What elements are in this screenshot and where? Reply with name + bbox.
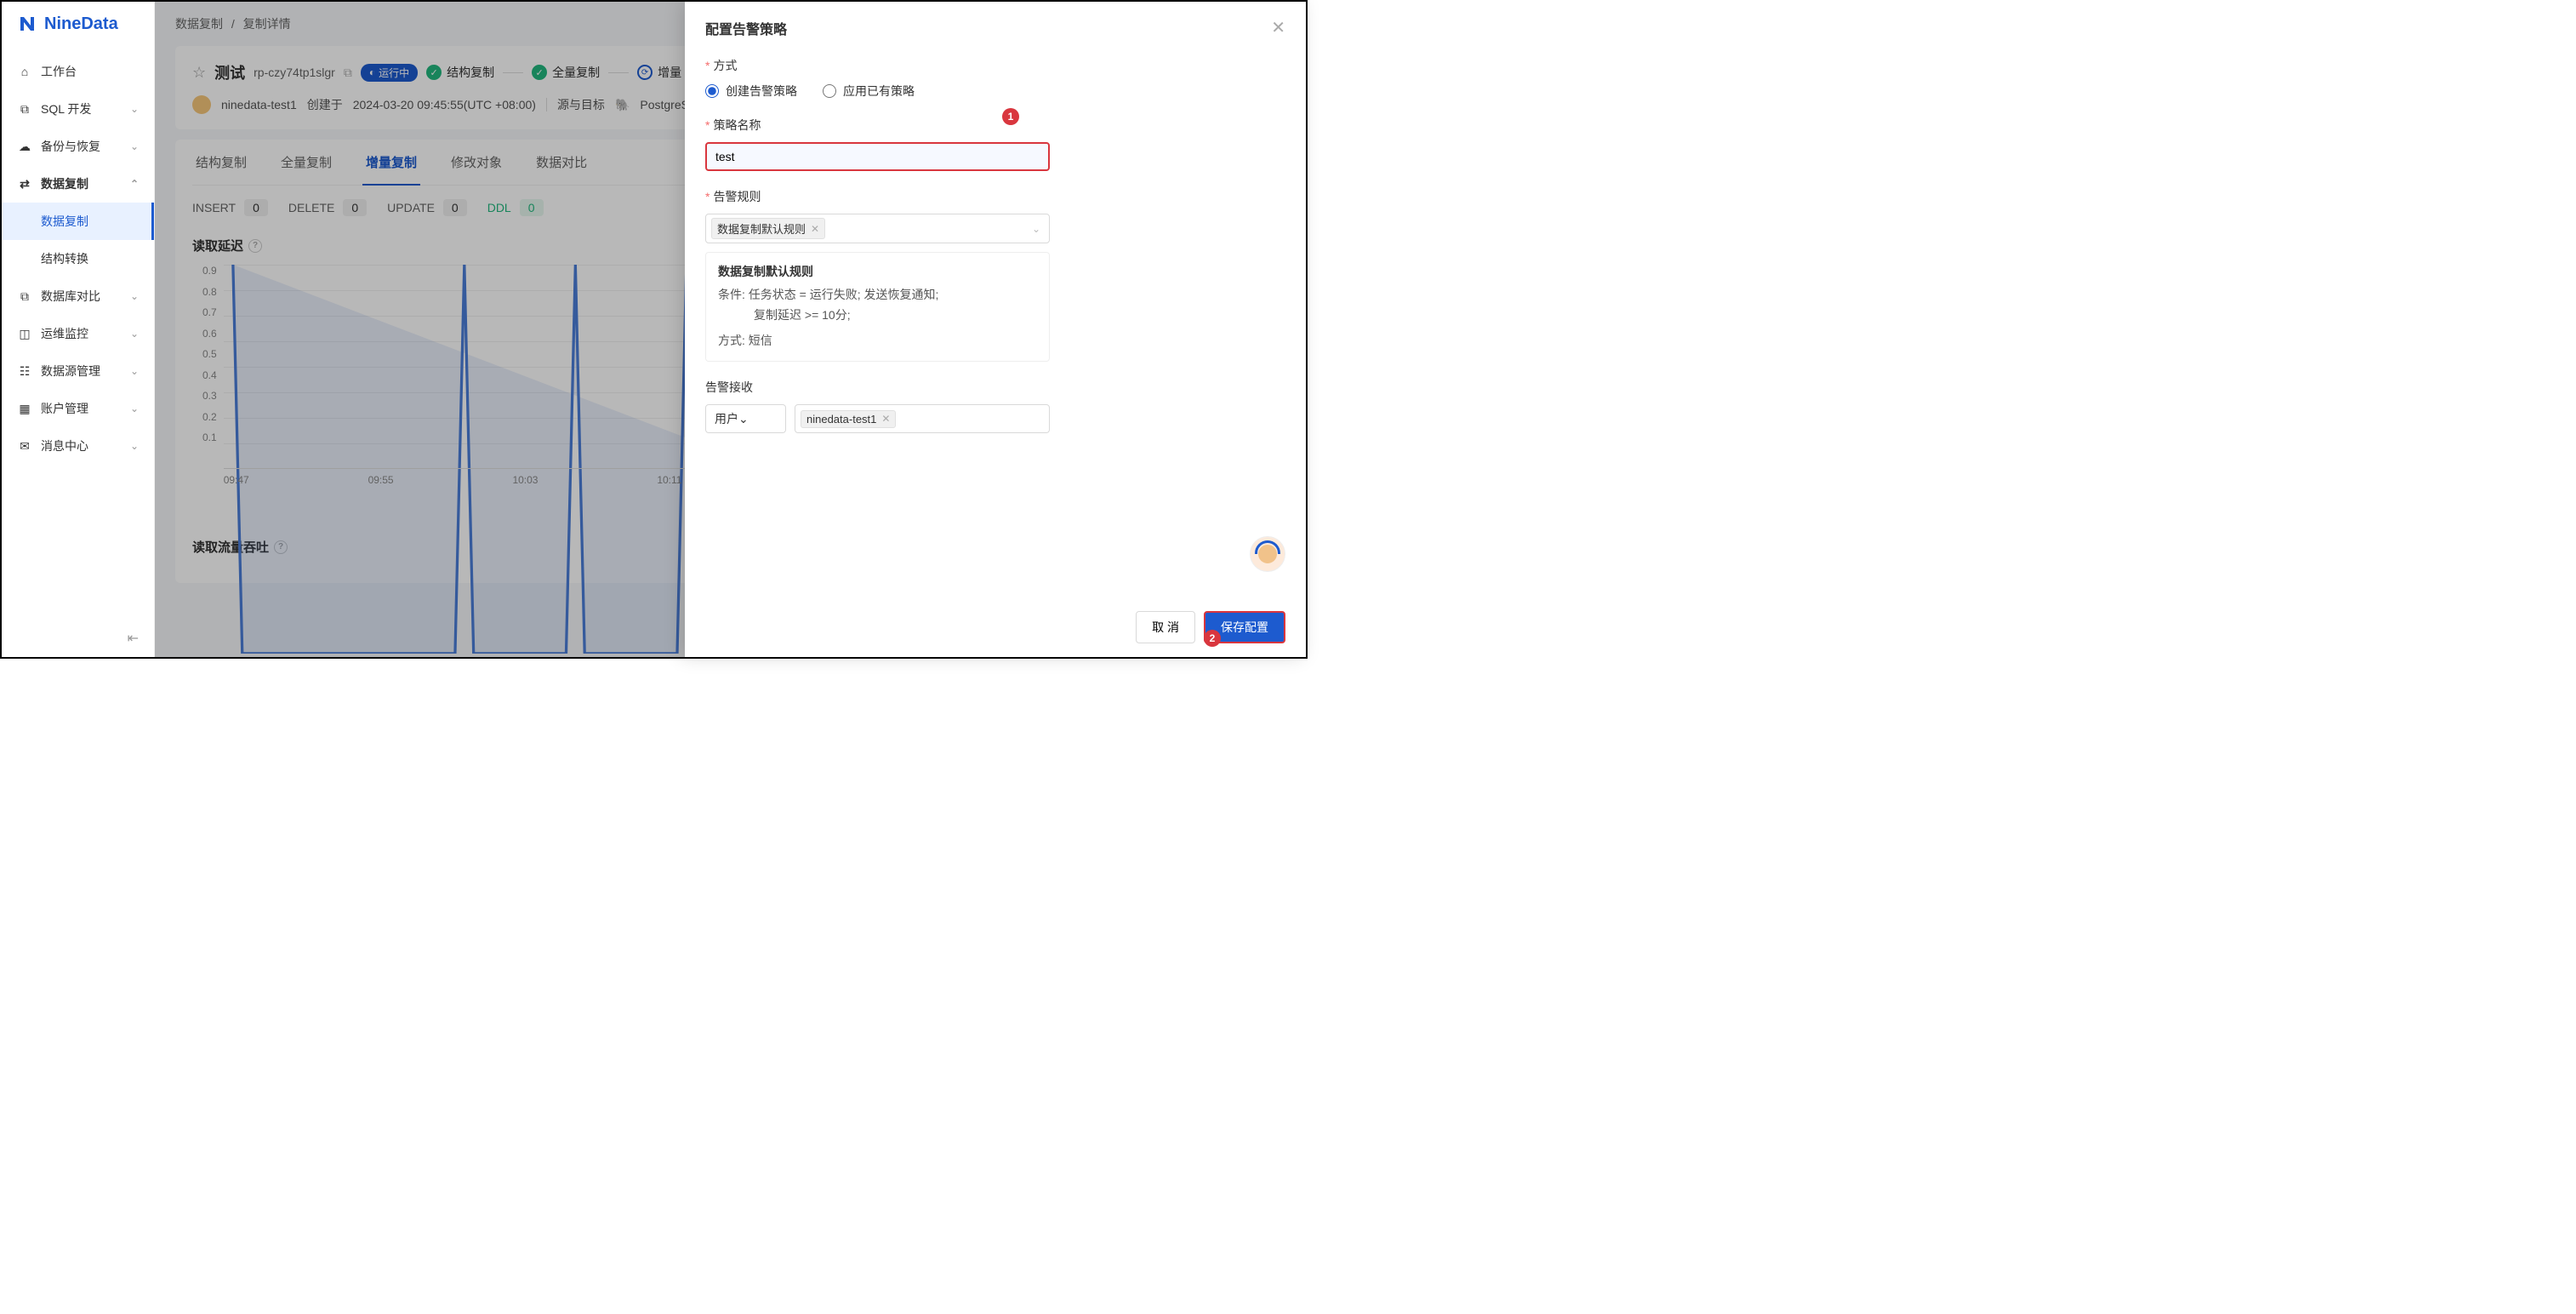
- form-alert-rule: *告警规则 数据复制默认规则✕ ⌄ 数据复制默认规则 条件: 任务状态 = 运行…: [705, 188, 1285, 362]
- recipient-type-select[interactable]: 用户 ⌄: [705, 404, 786, 433]
- nav-sql-dev[interactable]: ⧉ SQL 开发 ⌄: [2, 90, 154, 128]
- support-avatar[interactable]: [1250, 536, 1285, 572]
- chevron-up-icon: ⌃: [130, 178, 139, 190]
- chevron-down-icon: ⌄: [130, 290, 139, 302]
- rule-description: 数据复制默认规则 条件: 任务状态 = 运行失败; 发送恢复通知; 复制延迟 >…: [705, 252, 1050, 362]
- cancel-button[interactable]: 取 消: [1136, 611, 1195, 643]
- nav-account[interactable]: ▦ 账户管理 ⌄: [2, 390, 154, 427]
- chevron-down-icon: ⌄: [130, 103, 139, 115]
- chevron-down-icon: ⌄: [1032, 223, 1040, 235]
- form-policy-name: *策略名称 1: [705, 117, 1285, 171]
- terminal-icon: ⧉: [17, 101, 32, 117]
- db-icon: ☷: [17, 363, 32, 379]
- nav-workbench[interactable]: ⌂ 工作台: [2, 53, 154, 90]
- radio-apply-policy[interactable]: 应用已有策略: [823, 83, 915, 100]
- chevron-down-icon: ⌄: [130, 440, 139, 452]
- chevron-down-icon: ⌄: [130, 140, 139, 152]
- annotation-badge-2: 2: [1204, 630, 1221, 647]
- recipient-select[interactable]: ninedata-test1✕: [795, 404, 1050, 433]
- chevron-down-icon: ⌄: [130, 365, 139, 377]
- brand-name: NineData: [44, 14, 118, 34]
- drawer-title: 配置告警策略: [705, 18, 787, 38]
- alert-config-drawer: 配置告警策略 ✕ *方式 创建告警策略 应用已有策略 *策略名称 1 *告警规则…: [685, 2, 1306, 657]
- monitor-icon: ◫: [17, 326, 32, 341]
- logo[interactable]: NineData: [2, 2, 154, 46]
- nav-datasource[interactable]: ☷ 数据源管理 ⌄: [2, 352, 154, 390]
- user-icon: ▦: [17, 401, 32, 416]
- chevron-down-icon: ⌄: [130, 328, 139, 340]
- close-icon[interactable]: ✕: [1271, 17, 1285, 38]
- sync-icon: ⇄: [17, 176, 32, 191]
- nav-sub-replication[interactable]: 数据复制: [2, 203, 154, 240]
- chevron-down-icon: ⌄: [130, 403, 139, 414]
- annotation-badge-1: 1: [1002, 108, 1019, 125]
- alert-rule-select[interactable]: 数据复制默认规则✕ ⌄: [705, 214, 1050, 243]
- sidebar-collapse[interactable]: ⇤: [2, 620, 154, 657]
- remove-tag-icon[interactable]: ✕: [811, 223, 819, 235]
- nav-db-compare[interactable]: ⧉ 数据库对比 ⌄: [2, 277, 154, 315]
- radio-create-policy[interactable]: 创建告警策略: [705, 83, 797, 100]
- sidebar: NineData ⌂ 工作台 ⧉ SQL 开发 ⌄ ☁ 备份与恢复 ⌄ ⇄ 数据…: [2, 2, 155, 657]
- compare-icon: ⧉: [17, 289, 32, 304]
- form-recipients: 告警接收 用户 ⌄ ninedata-test1✕: [705, 379, 1285, 433]
- nav-backup[interactable]: ☁ 备份与恢复 ⌄: [2, 128, 154, 165]
- nav-messages[interactable]: ✉ 消息中心 ⌄: [2, 427, 154, 465]
- remove-tag-icon[interactable]: ✕: [881, 413, 890, 425]
- mail-icon: ✉: [17, 438, 32, 454]
- nav-data-replication[interactable]: ⇄ 数据复制 ⌃: [2, 165, 154, 203]
- home-icon: ⌂: [17, 64, 32, 79]
- nav-sub-struct-convert[interactable]: 结构转换: [2, 240, 154, 277]
- cloud-icon: ☁: [17, 139, 32, 154]
- chevron-down-icon: ⌄: [738, 412, 749, 426]
- form-mode: *方式 创建告警策略 应用已有策略: [705, 57, 1285, 100]
- logo-icon: [17, 14, 37, 34]
- policy-name-input[interactable]: [705, 142, 1050, 171]
- nav: ⌂ 工作台 ⧉ SQL 开发 ⌄ ☁ 备份与恢复 ⌄ ⇄ 数据复制 ⌃ 数据复制: [2, 46, 154, 620]
- nav-ops-monitor[interactable]: ◫ 运维监控 ⌄: [2, 315, 154, 352]
